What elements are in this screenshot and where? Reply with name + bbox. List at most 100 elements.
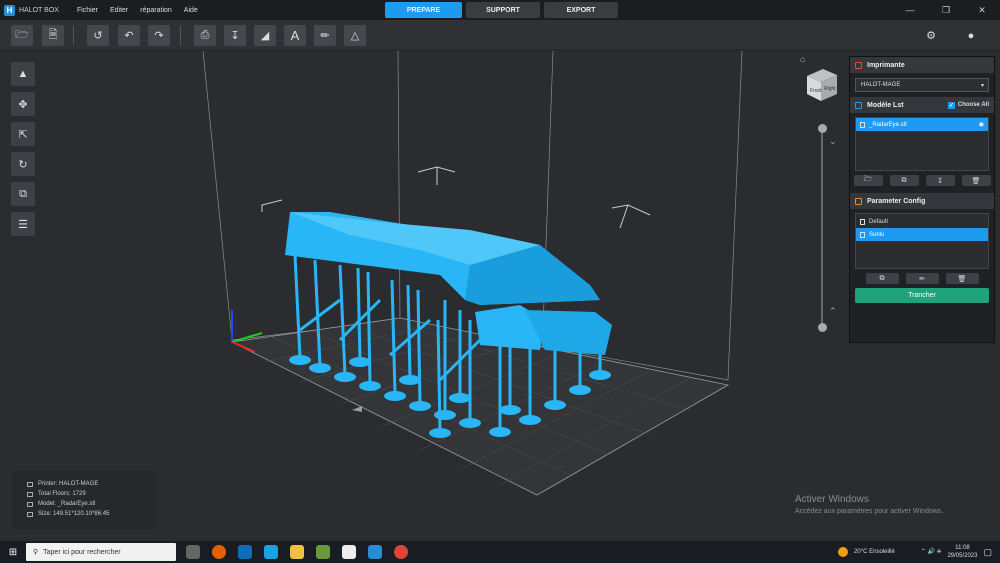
chrome-icon[interactable] (394, 545, 408, 559)
param-actions: ⧉ ✏ 🗑 (850, 273, 994, 284)
scale-icon[interactable]: ⇱ (11, 122, 35, 146)
firefox-icon[interactable] (212, 545, 226, 559)
param-item-sunlu[interactable]: Sunlu (856, 228, 988, 241)
layer-slider-top-handle[interactable] (818, 124, 827, 133)
mail-icon[interactable] (238, 545, 252, 559)
rotate-icon[interactable]: ↻ (11, 152, 35, 176)
text-icon[interactable]: A (284, 25, 306, 46)
printer-select-value: HALOT-MAGE (861, 82, 901, 88)
menu-aide[interactable]: Aide (184, 7, 198, 14)
layer-slider-bottom-handle[interactable] (818, 323, 827, 332)
chevron-up-icon[interactable]: ⌃ (829, 306, 837, 317)
open-file-icon[interactable]: 🗎 (42, 25, 64, 46)
printer-section-title: Imprimante (867, 61, 905, 69)
list-icon[interactable]: ☰ (11, 212, 35, 236)
info-printer-text: Printer: HALOT-MAGE (38, 481, 99, 487)
add-param-icon[interactable]: ⧉ (865, 273, 899, 284)
ruler-icon (27, 511, 33, 517)
eraser-icon[interactable]: △ (344, 25, 366, 46)
task-view-icon[interactable] (186, 545, 200, 559)
choose-all-checkbox[interactable]: ✓ Choose All (947, 97, 989, 113)
models-section-icon (855, 101, 862, 109)
user-icon[interactable]: ● (960, 25, 982, 46)
tab-prepare[interactable]: PREPARE (385, 2, 462, 18)
param-item-default[interactable]: Default (856, 215, 988, 228)
minecraft-icon[interactable] (316, 545, 330, 559)
cube-icon (27, 501, 33, 507)
printer-select[interactable]: HALOT-MAGE ▾ (855, 78, 989, 92)
tray-icons[interactable]: ⌃ 🔊 ⎈ (921, 548, 942, 556)
right-panel: Imprimante HALOT-MAGE ▾ Modèle Lst ✓ Cho… (849, 56, 995, 343)
eye-icon[interactable]: ◉ (979, 121, 984, 128)
view-cube[interactable]: Front Right (803, 66, 841, 104)
minimize-icon[interactable]: — (892, 0, 928, 20)
param-item-label: Default (869, 218, 889, 225)
toolbar-divider (73, 26, 74, 45)
cura-icon[interactable] (264, 545, 278, 559)
windows-start-icon[interactable]: ⊞ (0, 541, 26, 563)
models-section-title: Modèle Lst (867, 101, 904, 109)
front-direction-marker (352, 406, 362, 412)
clock-date: 29/05/2023 (947, 553, 978, 559)
taskbar-search-input[interactable]: ⚲ Taper ici pour rechercher (26, 543, 176, 561)
save-model-icon[interactable]: ↧ (925, 175, 955, 186)
main-toolbar: 🗁 🗎 ↺ ↶ ↷ ⎙ ↧ ◢ A ✏ △ ⚙ ● (0, 20, 1000, 50)
activate-windows-subtitle: Accédez aux paramètres pour activer Wind… (795, 508, 944, 515)
params-section-title: Parameter Config (867, 197, 926, 205)
halot-box-taskbar-icon[interactable] (368, 545, 382, 559)
chevron-down-icon[interactable]: ⌄ (829, 136, 837, 147)
printer-section-icon (855, 61, 862, 69)
title-bar: H HALOT BOX Fichier Editer réparation Ai… (0, 0, 1000, 20)
3d-viewport[interactable] (0, 51, 845, 541)
printer-icon[interactable]: ⎙ (194, 25, 216, 46)
menu-editer[interactable]: Editer (110, 7, 128, 14)
maximize-icon[interactable]: ❐ (928, 0, 964, 20)
tab-support[interactable]: SUPPORT (466, 2, 540, 18)
copy-model-icon[interactable]: ⧉ (889, 175, 919, 186)
tab-export[interactable]: EXPORT (544, 2, 618, 18)
toolbar-divider (180, 26, 181, 45)
model-list-item[interactable]: _RadarEye.stl ◉ (856, 118, 988, 131)
checkbox-checked-icon: ✓ (947, 101, 955, 109)
file-explorer-icon[interactable] (290, 545, 304, 559)
redo-icon[interactable]: ↷ (148, 25, 170, 46)
slice-button[interactable]: Trancher (855, 288, 989, 303)
duplicate-icon[interactable]: ⧉ (11, 182, 35, 206)
move-icon[interactable]: ✥ (11, 92, 35, 116)
view-cube-right-label: Right (824, 86, 836, 92)
printer-icon (27, 481, 33, 487)
app-title: HALOT BOX (19, 6, 59, 14)
info-size-text: Size: 149.51*120.10*86.45 (38, 511, 110, 517)
mirror-icon[interactable]: ◢ (254, 25, 276, 46)
notification-icon[interactable]: ▢ (983, 547, 992, 558)
menu-reparation[interactable]: réparation (140, 7, 172, 14)
close-icon[interactable]: ✕ (964, 0, 1000, 20)
view-cube-front-label: Front (810, 88, 822, 94)
auto-arrange-icon[interactable]: ▲ (11, 62, 35, 86)
app-icon[interactable] (342, 545, 356, 559)
open-folder-icon[interactable]: 🗁 (11, 25, 33, 46)
search-placeholder: Taper ici pour rechercher (43, 548, 121, 556)
models-section-header: Modèle Lst ✓ Choose All (850, 97, 994, 113)
layer-slider-track[interactable] (821, 128, 823, 326)
edit-param-icon[interactable]: ✏ (905, 273, 939, 284)
home-icon[interactable]: ⌂ (800, 54, 805, 64)
info-printer: Printer: HALOT-MAGE (27, 479, 155, 489)
export-icon[interactable]: ↧ (224, 25, 246, 46)
settings-gear-icon[interactable]: ⚙ (920, 25, 942, 46)
history-icon[interactable]: ↺ (87, 25, 109, 46)
system-tray: 20°C Ensoleillé ⌃ 🔊 ⎈ 11:08 29/05/2023 ▢ (838, 541, 992, 563)
info-floors-text: Total Floors: 1729 (38, 491, 86, 497)
menu-fichier[interactable]: Fichier (77, 7, 98, 14)
add-folder-icon[interactable]: 🗁 (853, 175, 883, 186)
ruler-icon[interactable]: ✏ (314, 25, 336, 46)
windows-taskbar: ⊞ ⚲ Taper ici pour rechercher 20°C Ensol… (0, 541, 1000, 563)
undo-icon[interactable]: ↶ (118, 25, 140, 46)
choose-all-label: Choose All (957, 102, 989, 108)
clock[interactable]: 11:08 29/05/2023 (947, 544, 977, 560)
left-toolbar: ▲ ✥ ⇱ ↻ ⧉ ☰ (11, 62, 35, 242)
file-icon (860, 231, 865, 238)
delete-param-icon[interactable]: 🗑 (945, 273, 979, 284)
delete-model-icon[interactable]: 🗑 (961, 175, 991, 186)
weather-text[interactable]: 20°C Ensoleillé (854, 549, 895, 555)
